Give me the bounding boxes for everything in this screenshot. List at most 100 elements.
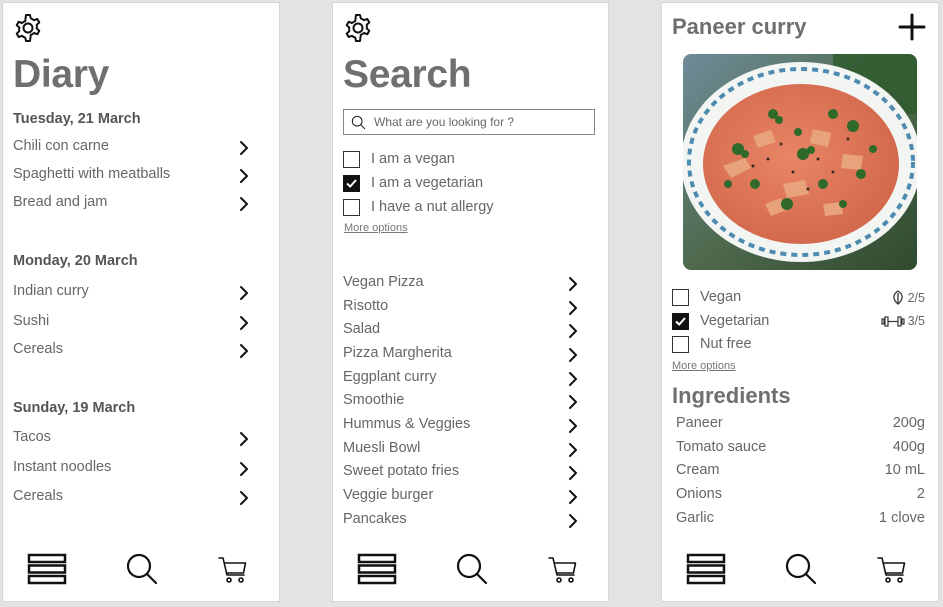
result-row[interactable]: Pizza Margherita [343,345,578,367]
meal-row[interactable]: Cereals [13,341,249,363]
menu-icon[interactable] [686,553,726,585]
day-header: Sunday, 19 March [13,400,136,416]
tag-label: Vegetarian [700,313,770,329]
chevron-right-icon [239,196,249,212]
chevron-right-icon [568,394,578,410]
meal-label: Cereals [13,488,63,504]
ingredient-amount: 1 clove [879,510,925,526]
chevron-right-icon [239,343,249,359]
tag-label: Vegan [700,289,742,305]
cart-icon[interactable] [547,554,579,586]
checkbox-checked[interactable] [672,313,689,330]
chevron-right-icon [568,418,578,434]
result-label: Sweet potato fries [343,463,460,479]
search-icon[interactable] [455,552,489,586]
add-icon[interactable] [898,13,926,41]
recipe-photo [683,54,917,270]
vegan-rating: 2/5 [891,290,925,305]
chevron-right-icon [568,465,578,481]
checkbox[interactable] [672,336,689,353]
chevron-right-icon [239,140,249,156]
meal-row[interactable]: Indian curry [13,283,249,305]
result-label: Eggplant curry [343,369,437,385]
meal-row[interactable]: Bread and jam [13,194,249,216]
menu-icon[interactable] [27,553,67,585]
result-label: Pizza Margherita [343,345,452,361]
result-row[interactable]: Pancakes [343,511,578,533]
menu-icon[interactable] [357,553,397,585]
ingredient-name: Garlic [676,510,714,526]
result-row[interactable]: Hummus & Veggies [343,416,578,438]
ingredient-name: Tomato sauce [676,439,767,455]
chevron-right-icon [568,300,578,316]
more-options-link[interactable]: More options [672,360,736,372]
result-row[interactable]: Eggplant curry [343,369,578,391]
meal-label: Indian curry [13,283,89,299]
result-label: Hummus & Veggies [343,416,471,432]
checkmark-icon [346,179,357,188]
chevron-right-icon [568,347,578,363]
meal-row[interactable]: Sushi [13,313,249,335]
ingredient-name: Onions [676,486,722,502]
result-label: Vegan Pizza [343,274,424,290]
chevron-right-icon [239,168,249,184]
bottom-nav [662,549,938,589]
cart-icon[interactable] [876,554,908,586]
tag-label: Nut free [700,336,752,352]
settings-gear-icon[interactable] [13,13,43,43]
result-label: Risotto [343,298,389,314]
meal-row[interactable]: Cereals [13,488,249,510]
chevron-right-icon [568,276,578,292]
ingredient-row: Onions 2 [676,486,925,506]
meal-row[interactable]: Spaghetti with meatballs [13,166,249,188]
checkbox-checked[interactable] [343,175,360,192]
meal-label: Chili con carne [13,138,109,154]
result-row[interactable]: Salad [343,321,578,343]
result-row[interactable]: Vegan Pizza [343,274,578,296]
chevron-right-icon [568,442,578,458]
meal-row[interactable]: Chili con carne [13,138,249,160]
more-options-link[interactable]: More options [344,222,408,234]
chevron-right-icon [568,323,578,339]
result-label: Veggie burger [343,487,434,503]
result-row[interactable]: Muesli Bowl [343,440,578,462]
chevron-right-icon [239,490,249,506]
result-label: Salad [343,321,381,337]
rating-value: 3/5 [907,314,925,328]
filter-label: I am a vegetarian [371,175,484,191]
checkmark-icon [675,317,686,326]
ingredient-row: Cream 10 mL [676,462,925,482]
checkbox[interactable] [343,199,360,216]
checkbox[interactable] [672,289,689,306]
result-row[interactable]: Smoothie [343,392,578,414]
checkbox[interactable] [343,151,360,168]
chevron-right-icon [568,489,578,505]
result-row[interactable]: Veggie burger [343,487,578,509]
recipe-screen: Paneer curry Vegan 2/5 Vegetarian 3/5 Nu… [661,2,939,602]
result-label: Pancakes [343,511,407,527]
rating-value: 2/5 [907,291,925,305]
ingredient-amount: 2 [916,486,925,502]
search-icon[interactable] [125,552,159,586]
search-field[interactable] [343,109,595,135]
cart-icon[interactable] [217,554,249,586]
search-icon[interactable] [784,552,818,586]
chevron-right-icon [568,371,578,387]
bottom-nav [333,549,608,589]
result-row[interactable]: Risotto [343,298,578,320]
result-row[interactable]: Sweet potato fries [343,463,578,485]
day-header: Tuesday, 21 March [13,111,141,127]
ingredients-heading: Ingredients [672,383,791,408]
recipe-title: Paneer curry [672,14,807,39]
settings-gear-icon[interactable] [343,13,373,43]
ingredient-name: Cream [676,462,720,478]
meal-row[interactable]: Tacos [13,429,249,451]
chevron-right-icon [239,285,249,301]
result-label: Muesli Bowl [343,440,421,456]
ingredient-amount: 200g [892,415,925,431]
chevron-right-icon [239,461,249,477]
vegetarian-rating: 3/5 [881,314,925,328]
meal-row[interactable]: Instant noodles [13,459,249,481]
chevron-right-icon [239,431,249,447]
search-input[interactable] [374,113,589,131]
